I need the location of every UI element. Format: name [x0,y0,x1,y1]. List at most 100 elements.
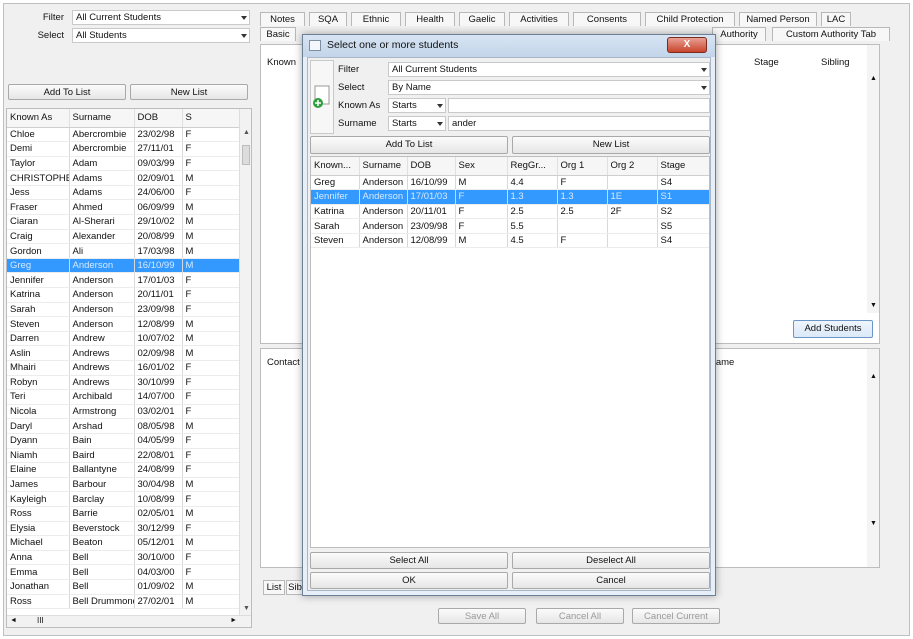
table-row[interactable]: Craig Alexander 20/08/99 M [7,229,242,245]
tab-list[interactable]: List [263,580,285,595]
table-row[interactable]: Dyann Bain 04/05/99 F [7,433,242,449]
tab-lac[interactable]: LAC [821,12,851,26]
save-all-button[interactable]: Save All [438,608,526,624]
table-row[interactable]: Taylor Adam 09/03/99 F [7,156,242,172]
tab-child-protection[interactable]: Child Protection [645,12,735,26]
close-button[interactable]: X [667,37,707,53]
table-row[interactable]: Fraser Ahmed 06/09/99 M [7,199,242,216]
table-row[interactable]: Jess Adams 24/06/00 F [7,185,242,201]
result-row[interactable]: Steven Anderson 12/08/99 M 4.5 F S4 [311,233,709,249]
table-row[interactable]: James Barbour 30/04/98 M [7,477,242,493]
ok-button[interactable]: OK [310,572,508,589]
result-row[interactable]: Jennifer Anderson 17/01/03 F 1.3 1.3 1E S1 [311,189,709,205]
table-row[interactable]: Gordon Ali 17/03/98 M [7,243,242,259]
tab-sqa[interactable]: SQA [309,12,347,26]
result-column-header[interactable]: Known... [311,157,360,176]
tab-ethnic[interactable]: Ethnic [351,12,401,26]
dialog-filter-combo[interactable]: All Current Students [388,62,710,77]
tab-consents[interactable]: Consents [573,12,641,26]
scroll-thumb[interactable] [242,145,250,165]
table-row[interactable]: Anna Bell 30/10/00 F [7,550,242,566]
table-row[interactable]: Ross Bell Drummond 27/02/01 M [7,594,242,610]
scroll-up-icon[interactable]: ▲ [870,75,877,82]
left-list-vscroll[interactable]: ▲ ▼ [239,109,251,615]
table-row[interactable]: Robyn Andrews 30/10/99 F [7,375,242,391]
scroll-down-icon[interactable]: ▼ [870,520,877,527]
table-row[interactable]: Mhairi Andrews 16/01/02 F [7,360,242,376]
known-as-input[interactable] [448,98,710,113]
tab-basic[interactable]: Basic [260,27,296,41]
contacts-vscroll[interactable]: ▲ ▼ [867,349,879,567]
tab-custom-authority-tab[interactable]: Custom Authority Tab [772,27,890,41]
tab-authority[interactable]: Authority [712,27,766,41]
cancel-all-button[interactable]: Cancel All [536,608,624,624]
column-header[interactable]: Surname [69,109,135,128]
result-column-header[interactable]: Org 2 [607,157,658,176]
deselect-all-button[interactable]: Deselect All [512,552,710,569]
dialog-new-list-button[interactable]: New List [512,136,710,154]
scroll-down-icon[interactable]: ▼ [243,605,250,612]
table-row[interactable]: Ross Barrie 02/05/01 M [7,506,242,522]
table-row[interactable]: Chloe Abercrombie 23/02/98 F [7,127,242,143]
tab-named-person[interactable]: Named Person [739,12,817,26]
new-list-button[interactable]: New List [130,84,248,100]
result-column-header[interactable]: DOB [407,157,456,176]
table-row[interactable]: Katrina Anderson 20/11/01 F [7,287,242,303]
result-column-header[interactable]: RegGr... [507,157,558,176]
table-row[interactable]: Elaine Ballantyne 24/08/99 F [7,462,242,478]
table-row[interactable]: Demi Abercrombie 27/11/01 F [7,141,242,157]
surname-input[interactable]: ander [448,116,710,131]
table-row[interactable]: Michael Beaton 05/12/01 M [7,535,242,551]
scroll-up-icon[interactable]: ▲ [243,129,250,136]
scroll-down-icon[interactable]: ▼ [870,302,877,309]
siblings-vscroll[interactable]: ▲ ▼ [867,45,879,313]
column-header[interactable]: S [182,109,242,128]
table-row[interactable]: Greg Anderson 16/10/99 M [7,258,242,274]
result-column-header[interactable]: Sex [455,157,508,176]
table-row[interactable]: Sarah Anderson 23/09/98 F [7,302,242,318]
table-row[interactable]: CHRISTOPHERAdams02/09/01M [7,170,242,186]
table-row[interactable]: Steven Anderson 12/08/99 M [7,316,242,332]
dialog-select-combo[interactable]: By Name [388,80,710,95]
table-row[interactable]: Nicola Armstrong 03/02/01 F [7,404,242,420]
left-list-hscroll[interactable]: ◄ III ► [7,615,251,627]
select-combo[interactable]: All Students [72,28,250,43]
add-students-button[interactable]: Add Students [793,320,873,338]
table-row[interactable]: Jennifer Anderson 17/01/03 F [7,272,242,289]
table-row[interactable]: Niamh Baird 22/08/01 F [7,448,242,464]
column-header[interactable]: Known As [7,109,70,128]
known-as-mode-combo[interactable]: Starts [388,98,446,113]
dialog-titlebar[interactable]: Select one or more students X [303,35,715,57]
table-row[interactable]: Ciaran Al-Sherari 29/10/02 M [7,214,242,230]
tab-gaelic[interactable]: Gaelic [459,12,505,26]
table-row[interactable]: Daryl Arshad 08/05/98 M [7,418,242,434]
add-to-list-button[interactable]: Add To List [8,84,126,100]
table-row[interactable]: Aslin Andrews 02/09/98 M [7,345,242,361]
scroll-left-icon[interactable]: ◄ [10,617,17,624]
filter-combo[interactable]: All Current Students [72,10,250,25]
result-column-header[interactable]: Surname [359,157,408,176]
table-row[interactable]: Elysia Beverstock 30/12/99 F [7,521,242,537]
dialog-add-to-list-button[interactable]: Add To List [310,136,508,154]
tab-activities[interactable]: Activities [509,12,569,26]
result-row[interactable]: Sarah Anderson 23/09/98 F 5.5 S5 [311,218,709,234]
select-all-button[interactable]: Select All [310,552,508,569]
tab-health[interactable]: Health [405,12,455,26]
table-row[interactable]: Jonathan Bell 01/09/02 M [7,579,242,595]
surname-mode-combo[interactable]: Starts [388,116,446,131]
result-row[interactable]: Greg Anderson 16/10/99 M 4.4 F S4 [311,175,709,191]
table-row[interactable]: Darren Andrew 10/07/02 M [7,331,242,347]
column-header[interactable]: DOB [134,109,183,128]
table-row[interactable]: Emma Bell 04/03/00 F [7,564,242,580]
scroll-up-icon[interactable]: ▲ [870,373,877,380]
result-column-header[interactable]: Stage [657,157,709,176]
hscroll-thumb[interactable]: III [37,616,44,625]
scroll-right-icon[interactable]: ► [230,617,237,624]
table-row[interactable]: Kayleigh Barclay 10/08/99 F [7,491,242,507]
table-row[interactable]: Teri Archibald 14/07/00 F [7,389,242,405]
result-column-header[interactable]: Org 1 [557,157,608,176]
cancel-current-button[interactable]: Cancel Current [632,608,720,624]
result-row[interactable]: Katrina Anderson 20/11/01 F 2.5 2.5 2F S2 [311,204,709,220]
tab-notes[interactable]: Notes [260,12,305,26]
cancel-button[interactable]: Cancel [512,572,710,589]
